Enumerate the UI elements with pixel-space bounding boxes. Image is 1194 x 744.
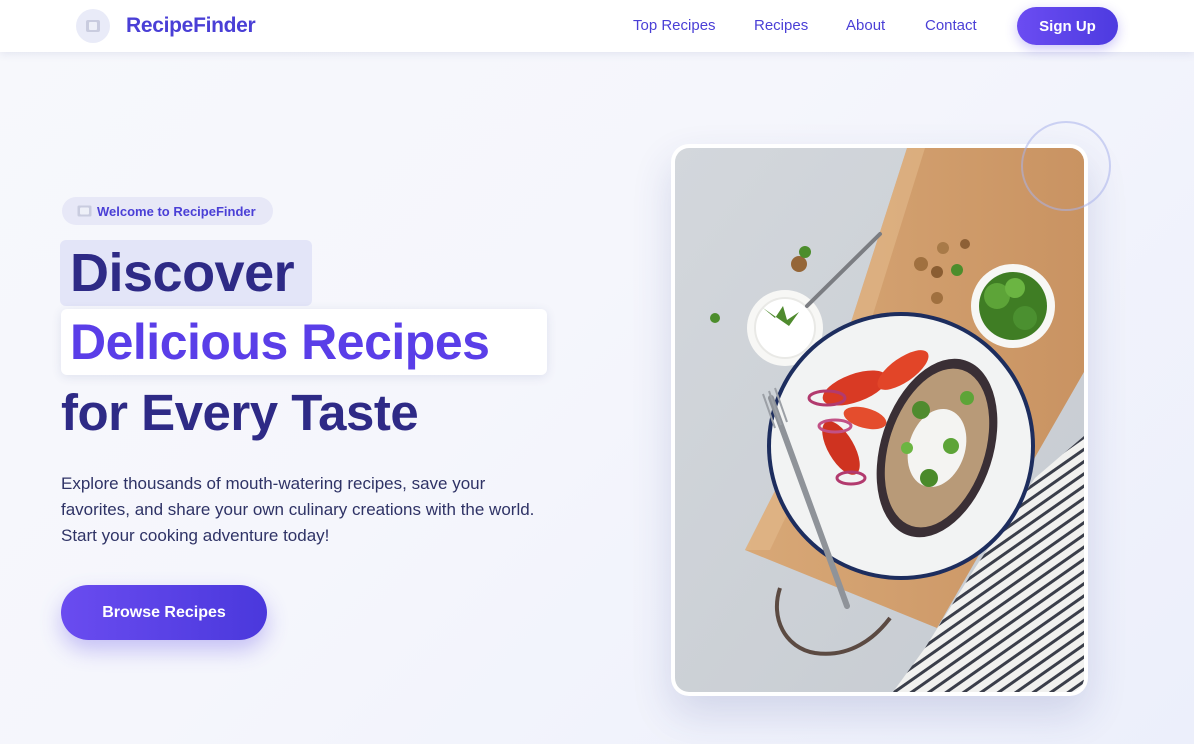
nav-link-recipes[interactable]: Recipes [754,17,808,34]
browse-recipes-button[interactable]: Browse Recipes [61,585,267,640]
navbar: RecipeFinder Top Recipes Recipes About C… [0,0,1194,52]
signup-button[interactable]: Sign Up [1017,7,1118,45]
headline-line-2: Delicious Recipes [70,314,490,370]
food-photo [675,148,1084,692]
plate-icon [76,9,110,43]
nav-link-contact[interactable]: Contact [925,17,977,34]
brand-name: RecipeFinder [126,14,256,37]
headline-line-1: Discover [70,243,295,303]
nav-link-top-recipes[interactable]: Top Recipes [633,17,716,34]
hero-description: Explore thousands of mouth-watering reci… [61,474,535,545]
welcome-badge: Welcome to RecipeFinder [62,197,273,225]
hero-food-image [671,144,1088,696]
headline-line-3: for Every Taste [61,384,419,441]
decorative-ring [1021,121,1111,211]
nav-link-about[interactable]: About [846,17,885,34]
brand[interactable]: RecipeFinder [76,9,256,43]
plate-icon [77,205,92,217]
welcome-badge-label: Welcome to RecipeFinder [97,203,256,219]
